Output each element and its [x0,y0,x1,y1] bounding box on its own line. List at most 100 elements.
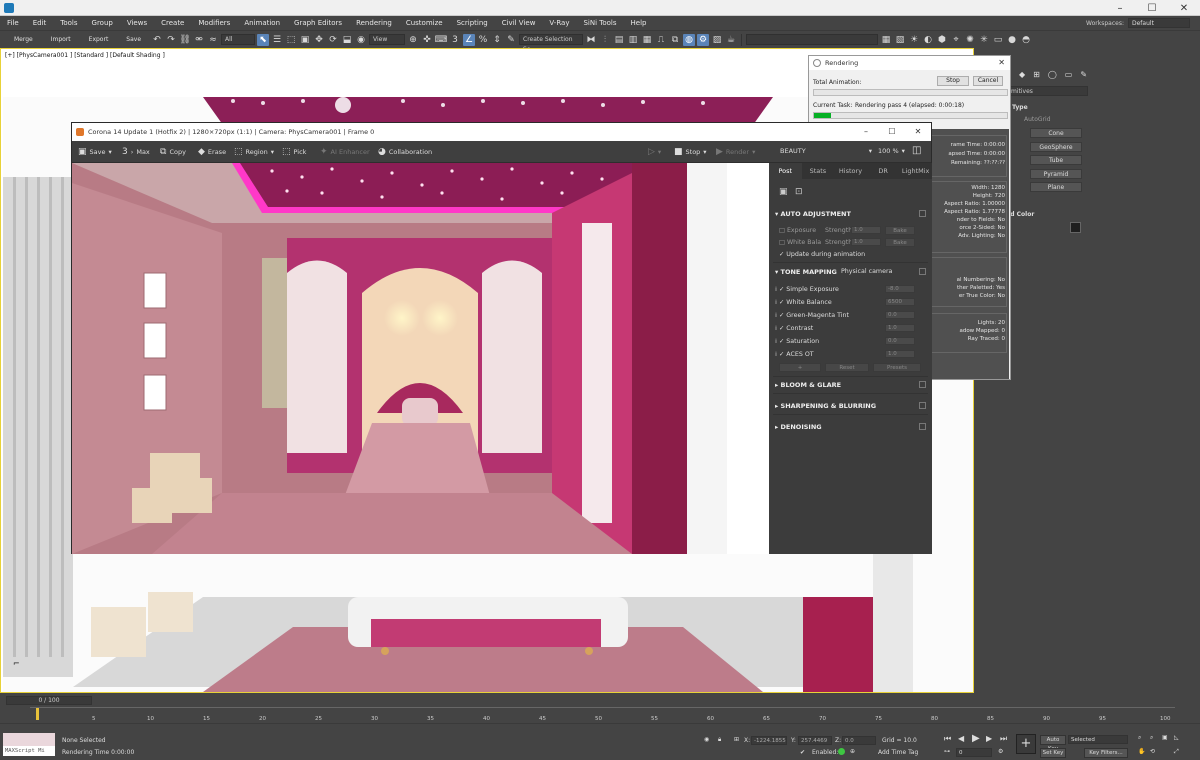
vray-proxy-icon[interactable]: ⬢ [936,34,948,46]
save-post-preset-icon[interactable]: ▣ [779,187,788,197]
contrast-field[interactable]: 1.0 [885,324,915,332]
vfb-collaboration-button[interactable]: ◕ Collaboration [378,147,432,157]
field-of-view-icon[interactable]: ◺ [1174,734,1179,741]
undo-icon[interactable]: ↶ [151,34,163,46]
vray-light-icon[interactable]: ☀ [908,34,920,46]
orbit-icon[interactable]: ⟲ [1150,748,1155,755]
white-balance-checkbox-label[interactable]: □ White Bala [779,239,821,246]
window-crossing-icon[interactable]: ▣ [299,34,311,46]
render-production-icon[interactable]: ☕ [725,34,737,46]
bloom-glare-section[interactable]: ▸ BLOOM & GLARE [775,381,841,389]
key-selection-select[interactable]: Selected [1068,735,1128,744]
simple-exposure-field[interactable]: -8.0 [885,285,915,293]
update-during-animation-checkbox[interactable]: ✓ Update during animation [779,251,865,258]
tone-mapping-checkbox[interactable] [919,268,926,275]
vray-sun-icon[interactable]: ✺ [964,34,976,46]
denoising-section[interactable]: ▸ DENOISING [775,423,822,431]
vfb-panel-toggle-icon[interactable]: ◫ [912,145,921,156]
lock-selection-icon[interactable]: 🔒︎ [718,736,721,744]
menu-scripting[interactable]: Scripting [450,16,495,30]
time-tag-icon[interactable]: ⊕ [850,748,855,755]
vfb-copy-button[interactable]: ⧉ Copy [160,147,186,157]
maximize-icon[interactable]: ☐ [879,123,905,141]
select-manipulate-icon[interactable]: ✜ [421,34,433,46]
goto-end-icon[interactable]: ⏭ [1000,734,1007,744]
mirror-icon[interactable]: ⧓ [585,34,597,46]
menu-file[interactable]: File [0,16,26,30]
green-magenta-row[interactable]: ⁞ ✓ Green-Magenta Tint [775,312,849,319]
vfb-channel-select[interactable]: BEAUTY ▾ [780,147,872,155]
plane-button[interactable]: Plane [1030,182,1082,192]
vfb-stop-button[interactable]: ■ Stop ▾ [674,147,707,157]
menu-graph-editors[interactable]: Graph Editors [287,16,349,30]
maxscript-mini-listener[interactable]: MAXScript Mi [3,746,55,756]
vfb-ipr-button[interactable]: ▷ ▾ [648,147,661,157]
play-icon[interactable]: ▶︎ [972,733,980,744]
material-editor-icon[interactable]: ◍ [683,33,696,46]
zoom-extents-icon[interactable]: ▣ [1162,734,1168,741]
current-frame-field[interactable]: 0 [956,748,992,757]
vfb-save-button[interactable]: ▣ Save ▾ [78,147,112,157]
menu-sini-tools[interactable]: SiNi Tools [576,16,623,30]
percent-snap-icon[interactable]: % [477,34,489,46]
reset-button[interactable]: Reset [825,363,869,372]
workspaces-select[interactable]: Default [1128,18,1190,28]
bind-space-warp-icon[interactable]: ≈ [207,34,219,46]
link-icon[interactable]: ⛓ [179,34,191,46]
unlink-icon[interactable]: ⚮ [193,34,205,46]
scene-explorer-icon[interactable]: ▤ [613,34,625,46]
hierarchy-tab-icon[interactable]: ⊞ [1033,70,1040,79]
set-key-button[interactable]: Set Key [1040,748,1066,758]
selection-filter-select[interactable]: All [221,34,256,45]
vfb-region-button[interactable]: ⬚ Region ▾ [234,147,274,157]
menu-edit[interactable]: Edit [26,16,54,30]
tone-mapping-preset-select[interactable]: Physical camera [841,268,892,275]
curve-editor-icon[interactable]: ⎍ [655,34,667,46]
snaps-toggle-icon[interactable]: 3 [449,34,461,46]
saturation-field[interactable]: 0.0 [885,337,915,345]
autogrid-checkbox[interactable]: AutoGrid [1024,116,1051,123]
add-time-tag[interactable]: Add Time Tag [878,749,918,756]
tone-mapping-section[interactable]: ▾ TONE MAPPING [775,268,837,276]
vfb-rendered-image[interactable] [72,163,769,554]
aces-field[interactable]: 1.0 [885,350,915,358]
vfb-erase-button[interactable]: ◆ Erase [198,147,226,157]
schematic-view-icon[interactable]: ⧉ [669,34,681,46]
edit-named-selection-icon[interactable]: ✎ [505,34,517,46]
contrast-row[interactable]: ⁞ ✓ Contrast [775,325,813,332]
select-object-icon[interactable]: ⬉ [257,33,270,46]
time-tag-toggle-icon[interactable] [838,748,845,755]
auto-adjustment-checkbox[interactable] [919,210,926,217]
keyboard-shortcut-icon[interactable]: ⌨ [435,34,448,46]
wb-bake-button[interactable]: Bake [885,238,915,247]
rotate-icon[interactable]: ⟳ [327,34,339,46]
vray-material-icon[interactable]: ◐ [922,34,934,46]
tab-stats[interactable]: Stats [802,163,835,179]
isolate-icon[interactable]: ◉ [704,736,709,743]
auto-key-button[interactable]: Auto Key [1040,735,1066,752]
menu-create[interactable]: Create [154,16,191,30]
close-icon[interactable]: ✕ [1168,0,1200,16]
vfb-max-button[interactable]: 3 › Max [122,147,150,157]
vray-fur-icon[interactable]: ✳ [978,34,990,46]
cone-button[interactable]: Cone [1030,128,1082,138]
menu-civil-view[interactable]: Civil View [495,16,543,30]
close-icon[interactable]: ✕ [998,56,1005,70]
redo-icon[interactable]: ↷ [165,34,177,46]
utilities-tab-icon[interactable]: ✎ [1080,70,1087,79]
object-color-swatch[interactable] [1070,222,1081,233]
sharpening-blurring-checkbox[interactable] [919,402,926,409]
render-setup-icon[interactable]: ⚙ [697,33,710,46]
object-category-select[interactable]: mitives [1004,86,1088,96]
menu-tools[interactable]: Tools [53,16,84,30]
vfb-pick-button[interactable]: ⬚ Pick [282,147,306,157]
pan-icon[interactable]: ✋ [1138,748,1145,755]
load-post-preset-icon[interactable]: ⊡ [795,187,803,197]
geosphere-button[interactable]: GeoSphere [1030,142,1082,152]
vray-render-icon[interactable]: ▦ [880,34,892,46]
menu-help[interactable]: Help [624,16,654,30]
pivot-center-icon[interactable]: ⊕ [407,34,419,46]
key-mode-icon[interactable]: ⊶ [944,748,950,755]
vray-dome-icon[interactable]: ◓ [1020,34,1032,46]
menu-modifiers[interactable]: Modifiers [191,16,237,30]
